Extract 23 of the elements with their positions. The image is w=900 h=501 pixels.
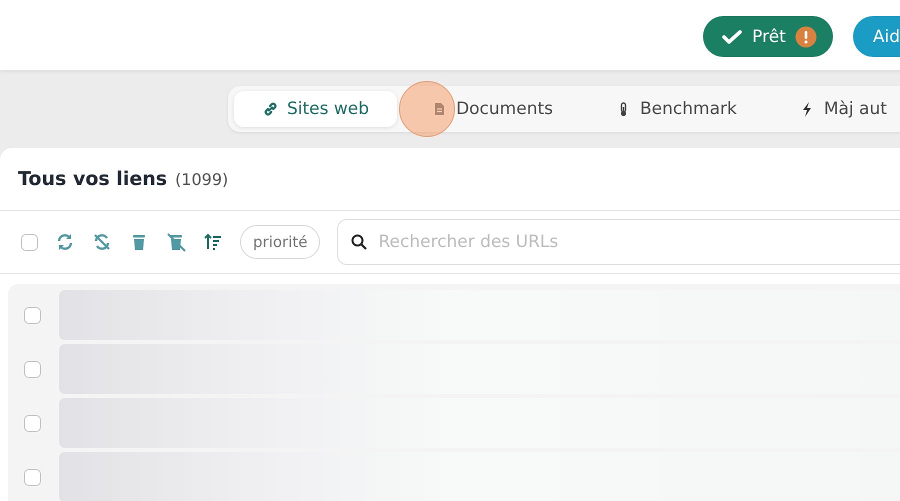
sort-chip[interactable]: priorité <box>240 225 320 259</box>
sort-icon[interactable] <box>203 232 223 252</box>
search-icon <box>351 234 368 250</box>
checkbox[interactable] <box>24 306 41 324</box>
refresh-icon[interactable] <box>55 232 75 252</box>
trash-off-icon[interactable] <box>166 232 186 252</box>
checkbox[interactable] <box>24 414 41 432</box>
checkmark-icon <box>721 28 744 46</box>
link-count: (1099) <box>175 170 228 189</box>
tab[interactable]: Benchmark <box>587 91 765 127</box>
search-field[interactable]: Rechercher des URLs <box>337 219 900 265</box>
tab[interactable]: Sites web <box>234 91 398 127</box>
warning-icon <box>794 26 817 48</box>
status-button[interactable]: Prêt <box>703 16 833 57</box>
checkbox[interactable] <box>21 234 38 250</box>
tab[interactable]: Documents <box>403 91 581 127</box>
link-icon <box>262 100 279 118</box>
help-button[interactable]: Aid <box>852 16 900 57</box>
checkbox[interactable] <box>24 468 41 486</box>
refresh-off-icon[interactable] <box>92 232 112 252</box>
section-title: Tous vos liens <box>18 168 168 190</box>
checkbox[interactable] <box>24 360 41 378</box>
tab[interactable]: Màj aut <box>770 91 900 127</box>
